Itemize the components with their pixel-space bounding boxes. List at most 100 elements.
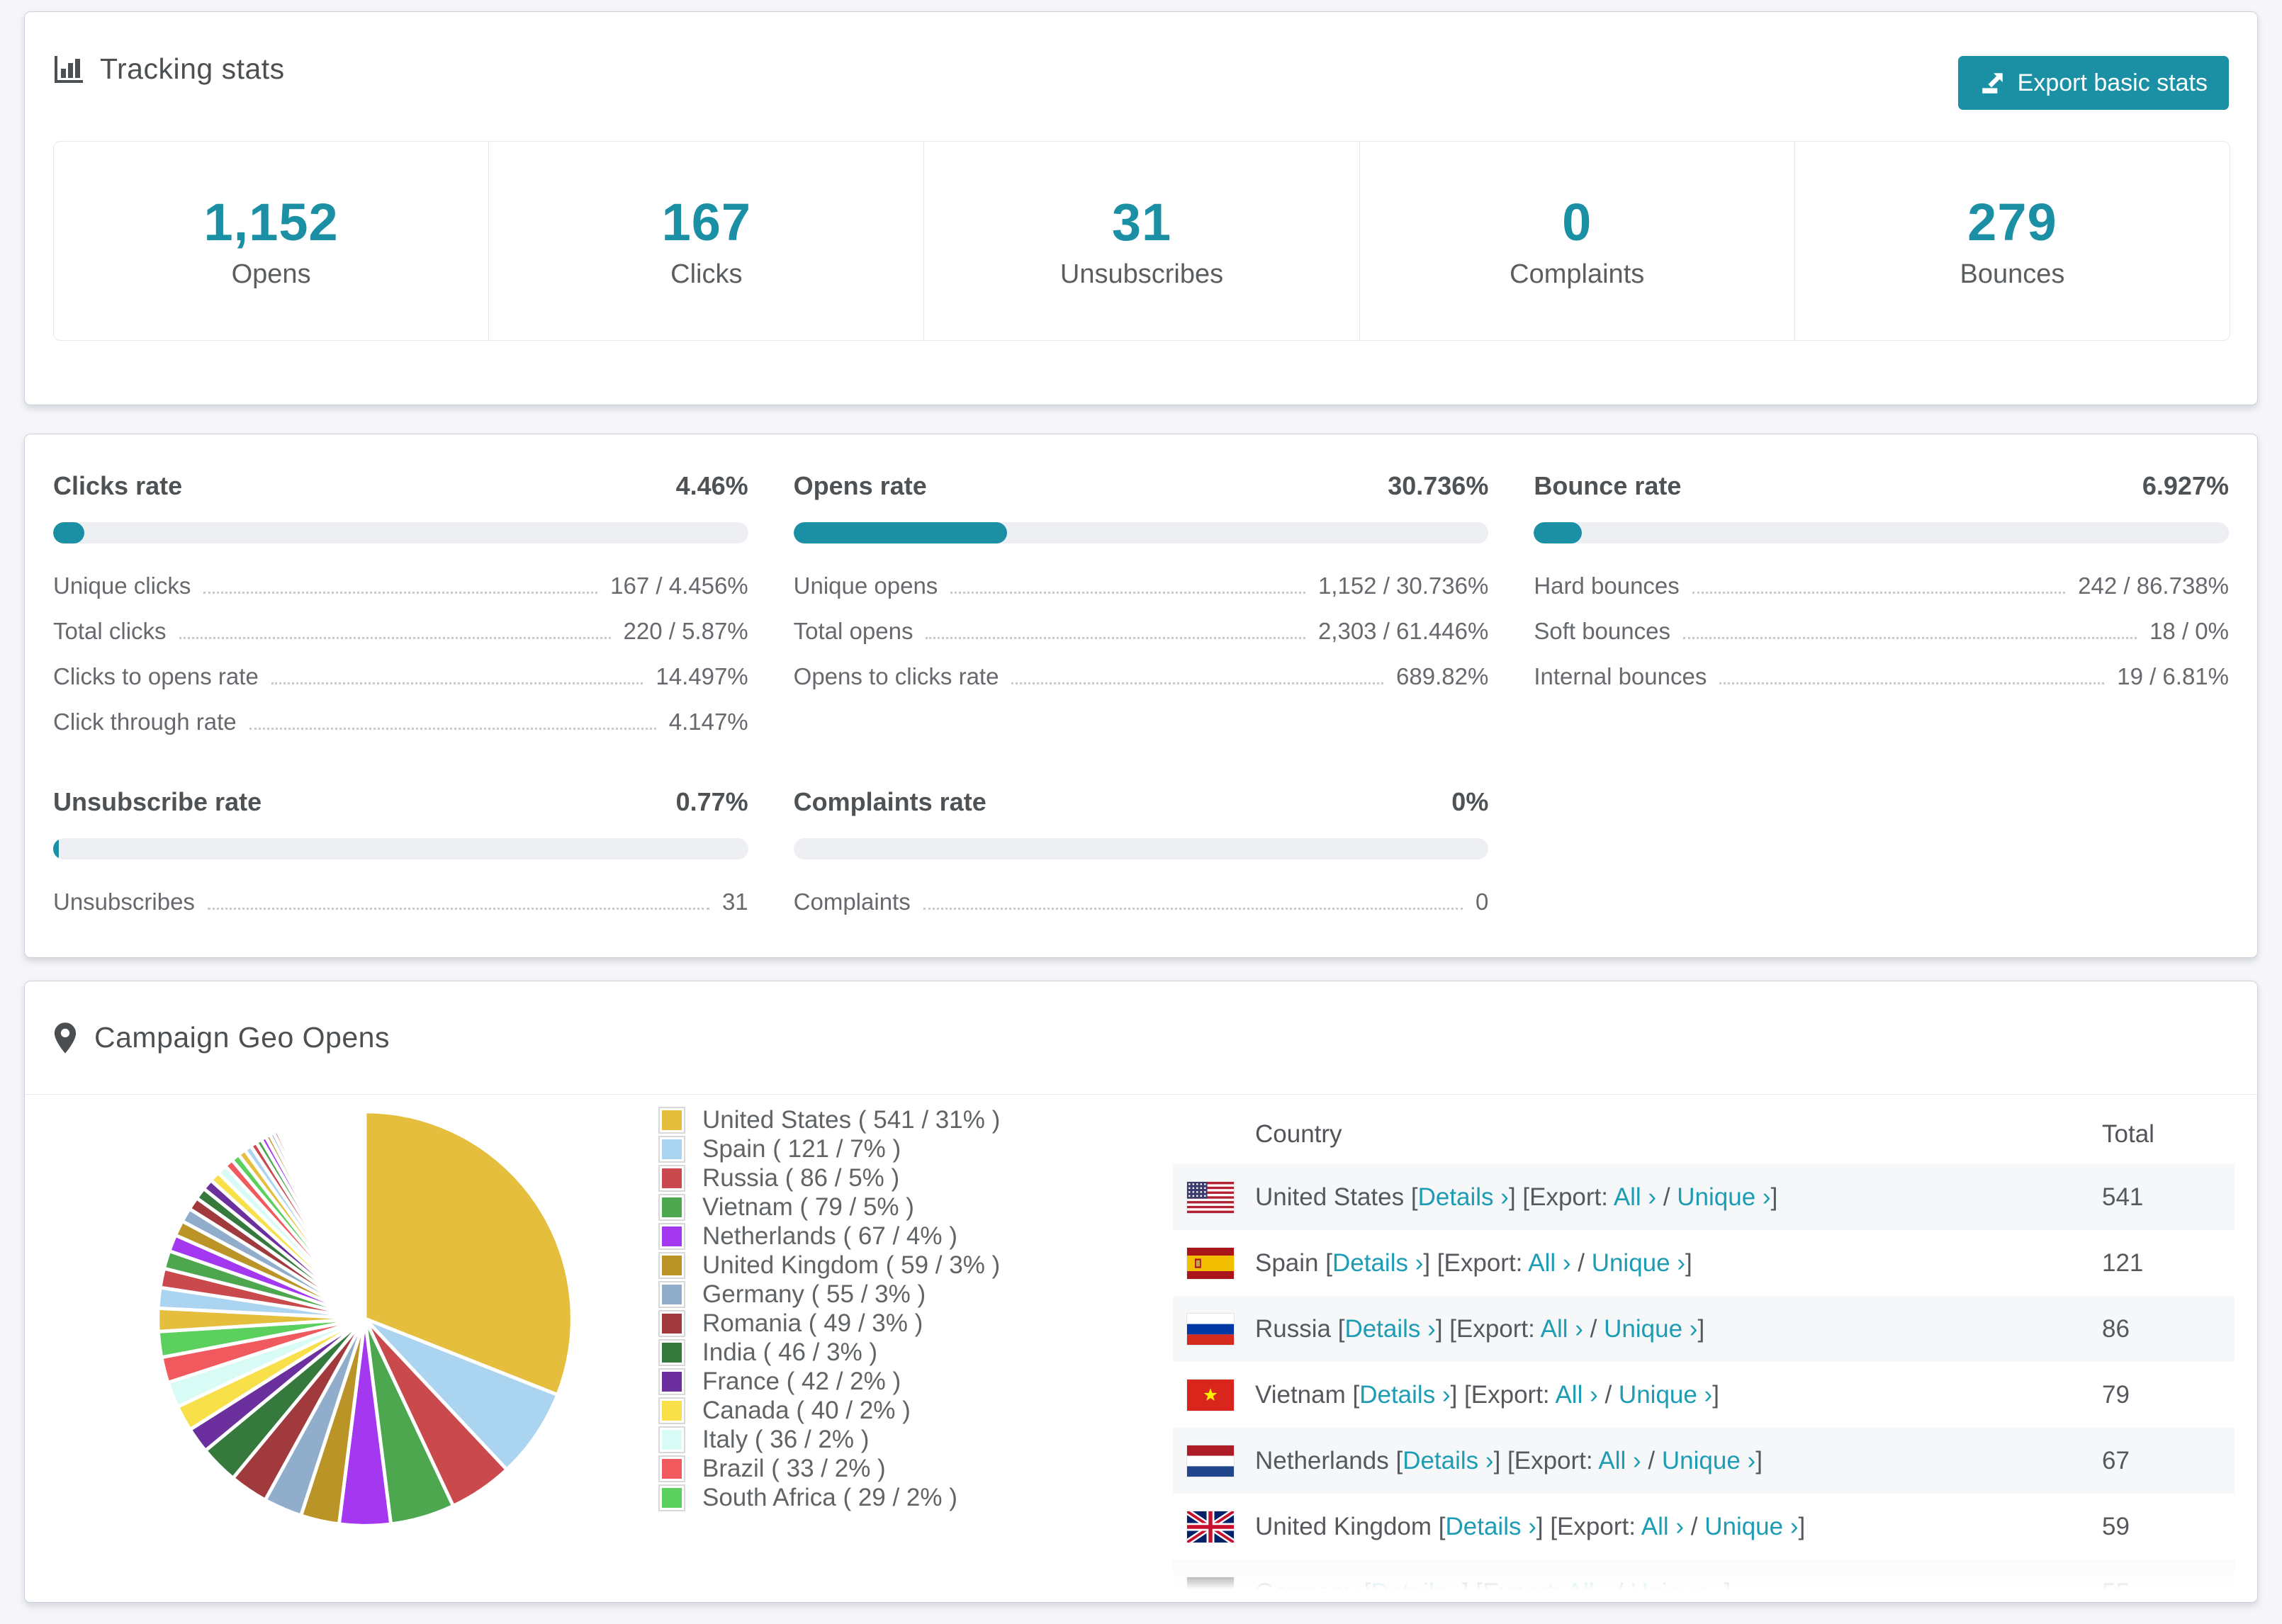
- export-unique-link[interactable]: Unique ›: [1630, 1579, 1724, 1603]
- dotted-leader: [207, 908, 709, 910]
- campaign-geo-opens-panel: Campaign Geo Opens United States ( 541 /…: [24, 981, 2258, 1603]
- stat-value: 31: [1111, 193, 1172, 252]
- country-name: Netherlands: [1255, 1446, 1389, 1474]
- rate-value: 30.736%: [1388, 471, 1489, 500]
- export-unique-link[interactable]: Unique ›: [1704, 1513, 1798, 1540]
- export-all-link[interactable]: All ›: [1567, 1579, 1609, 1603]
- legend-label: Vietnam ( 79 / 5% ): [702, 1193, 914, 1221]
- dotted-leader: [950, 592, 1305, 594]
- export-all-link[interactable]: All ›: [1555, 1381, 1597, 1409]
- legend-item-russia[interactable]: Russia ( 86 / 5% ): [658, 1164, 1000, 1192]
- legend-item-canada[interactable]: Canada ( 40 / 2% ): [658, 1397, 1000, 1424]
- rate-row-label: Total opens: [793, 618, 914, 644]
- rate-row-label: Unsubscribes: [53, 889, 195, 915]
- legend-item-italy[interactable]: Italy ( 36 / 2% ): [658, 1426, 1000, 1453]
- rate-block-complaints: Complaints rate 0% Complaints 0: [793, 787, 1489, 925]
- rate-row: Unsubscribes 31: [53, 879, 748, 925]
- legend-item-netherlands[interactable]: Netherlands ( 67 / 4% ): [658, 1222, 1000, 1250]
- legend-swatch: [658, 1252, 685, 1279]
- country-row-de: Germany [Details ›] [Export: All › / Uni…: [1173, 1560, 2235, 1603]
- legend-label: Italy ( 36 / 2% ): [702, 1426, 870, 1453]
- legend-swatch: [658, 1107, 685, 1134]
- legend-item-india[interactable]: India ( 46 / 3% ): [658, 1338, 1000, 1366]
- legend-swatch: [658, 1165, 685, 1192]
- rate-row: Soft bounces 18 / 0%: [1534, 609, 2229, 654]
- legend-item-germany[interactable]: Germany ( 55 / 3% ): [658, 1280, 1000, 1308]
- legend-item-united-kingdom[interactable]: United Kingdom ( 59 / 3% ): [658, 1251, 1001, 1279]
- rate-value: 0.77%: [675, 787, 748, 816]
- rate-row: Click through rate 4.147%: [53, 699, 748, 745]
- details-link[interactable]: Details ›: [1446, 1513, 1536, 1540]
- details-link[interactable]: Details ›: [1403, 1447, 1493, 1474]
- stat-value: 1,152: [203, 193, 339, 252]
- legend-item-brazil[interactable]: Brazil ( 33 / 2% ): [658, 1455, 1000, 1482]
- legend-label: Spain ( 121 / 7% ): [702, 1135, 901, 1163]
- rate-row-label: Total clicks: [53, 618, 167, 644]
- export-unique-link[interactable]: Unique ›: [1619, 1381, 1712, 1409]
- rates-grid: Clicks rate 4.46% Unique clicks 167 / 4.…: [25, 434, 2257, 925]
- details-link[interactable]: Details ›: [1359, 1381, 1450, 1409]
- export-unique-link[interactable]: Unique ›: [1677, 1183, 1770, 1211]
- country-name: Vietnam: [1255, 1380, 1346, 1409]
- dotted-leader: [249, 728, 656, 730]
- flag-icon-vn: [1187, 1379, 1234, 1411]
- pie-legend: United States ( 541 / 31% ) Spain ( 121 …: [658, 1106, 1001, 1514]
- dotted-leader: [1682, 637, 2137, 639]
- export-button-label: Export basic stats: [2017, 69, 2208, 96]
- map-pin-icon: [54, 1022, 77, 1054]
- legend-item-vietnam[interactable]: Vietnam ( 79 / 5% ): [658, 1193, 1000, 1221]
- dotted-leader: [923, 908, 1463, 910]
- rate-row-label: Unique opens: [793, 573, 938, 599]
- export-unique-link[interactable]: Unique ›: [1604, 1315, 1697, 1343]
- column-header-country: Country: [1255, 1120, 1342, 1148]
- flag-icon-nl: [1187, 1445, 1234, 1477]
- legend-label: Brazil ( 33 / 2% ): [702, 1455, 886, 1482]
- legend-item-spain[interactable]: Spain ( 121 / 7% ): [658, 1135, 1000, 1163]
- legend-item-united-states[interactable]: United States ( 541 / 31% ): [658, 1106, 1000, 1134]
- export-all-link[interactable]: All ›: [1598, 1447, 1641, 1474]
- details-link[interactable]: Details ›: [1344, 1315, 1435, 1343]
- dotted-leader: [926, 637, 1305, 639]
- export-basic-stats-button[interactable]: Export basic stats: [1957, 56, 2229, 110]
- geo-opens-pie-chart[interactable]: [150, 1103, 580, 1534]
- export-all-link[interactable]: All ›: [1614, 1183, 1656, 1211]
- rate-progress-fill: [53, 522, 84, 543]
- rate-row: Clicks to opens rate 14.497%: [53, 654, 748, 699]
- rate-title: Complaints rate: [793, 787, 987, 816]
- legend-swatch: [658, 1455, 685, 1482]
- legend-item-france[interactable]: France ( 42 / 2% ): [658, 1368, 1000, 1395]
- rate-row-value: 0: [1475, 889, 1489, 915]
- rate-row-value: 242 / 86.738%: [2078, 573, 2229, 599]
- legend-label: Netherlands ( 67 / 4% ): [702, 1222, 957, 1250]
- export-unique-link[interactable]: Unique ›: [1592, 1249, 1685, 1277]
- rate-row-label: Soft bounces: [1534, 618, 1670, 644]
- legend-label: United Kingdom ( 59 / 3% ): [702, 1251, 1001, 1279]
- geo-header: Campaign Geo Opens: [25, 981, 2257, 1095]
- country-cell: Germany [Details ›] [Export: All › / Uni…: [1255, 1579, 1731, 1603]
- stat-value: 167: [661, 193, 752, 252]
- details-link[interactable]: Details ›: [1371, 1579, 1461, 1603]
- legend-item-romania[interactable]: Romania ( 49 / 3% ): [658, 1309, 1000, 1337]
- rate-row: Total clicks 220 / 5.87%: [53, 609, 748, 654]
- export-all-link[interactable]: All ›: [1528, 1249, 1570, 1277]
- rate-value: 0%: [1451, 787, 1489, 816]
- export-all-link[interactable]: All ›: [1641, 1513, 1684, 1540]
- rate-row: Internal bounces 19 / 6.81%: [1534, 654, 2229, 699]
- export-icon: [1982, 73, 2003, 94]
- export-all-link[interactable]: All ›: [1541, 1315, 1583, 1343]
- rate-row-value: 167 / 4.456%: [610, 573, 748, 599]
- dotted-leader: [271, 682, 643, 684]
- country-row-es: Spain [Details ›] [Export: All › / Uniqu…: [1173, 1230, 2235, 1296]
- details-link[interactable]: Details ›: [1332, 1249, 1423, 1277]
- country-row-gb: United Kingdom [Details ›] [Export: All …: [1173, 1494, 2235, 1560]
- details-link[interactable]: Details ›: [1418, 1183, 1509, 1211]
- legend-swatch: [658, 1339, 685, 1366]
- summary-stat-complaints: 0 Complaints: [1360, 142, 1795, 340]
- export-unique-link[interactable]: Unique ›: [1662, 1447, 1755, 1474]
- country-cell: United States [Details ›] [Export: All ›…: [1255, 1183, 1778, 1211]
- legend-item-south-africa[interactable]: South Africa ( 29 / 2% ): [658, 1484, 1000, 1511]
- rates-panel: Clicks rate 4.46% Unique clicks 167 / 4.…: [24, 434, 2258, 958]
- stat-label: Bounces: [1960, 259, 2065, 289]
- legend-label: France ( 42 / 2% ): [702, 1368, 901, 1395]
- rate-row: Opens to clicks rate 689.82%: [794, 654, 1489, 699]
